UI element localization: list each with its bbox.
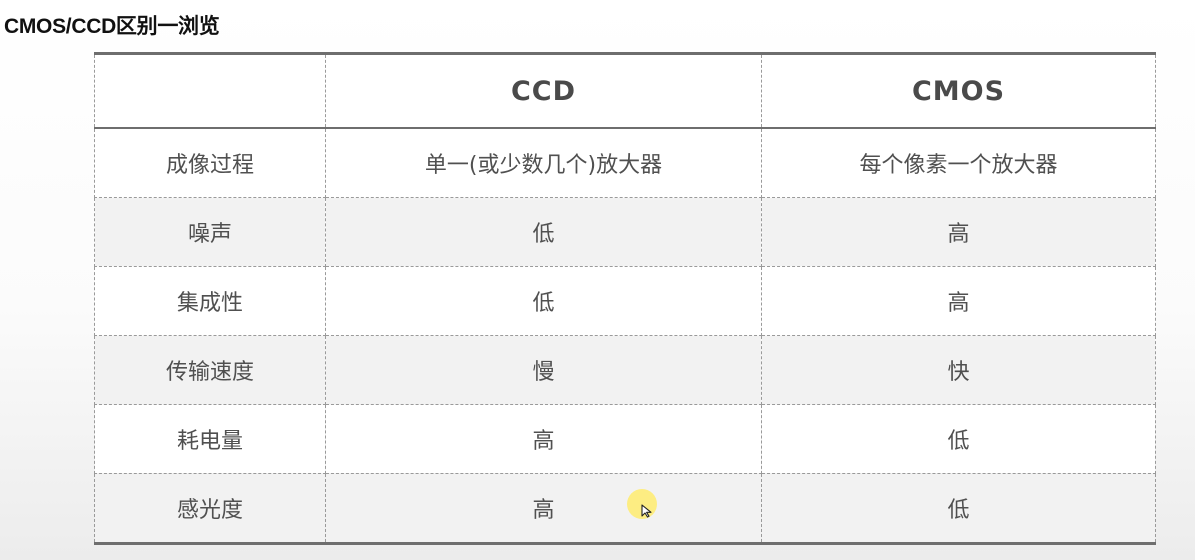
ccd-value-cell: 单一(或少数几个)放大器	[325, 128, 762, 198]
row-label-cell: 成像过程	[94, 128, 326, 198]
cmos-value-cell: 高	[761, 266, 1156, 336]
ccd-value-cell: 高	[325, 473, 762, 544]
table-row: 集成性 低 高	[94, 266, 1156, 336]
row-label-cell: 集成性	[94, 266, 326, 336]
table-row: 成像过程 单一(或少数几个)放大器 每个像素一个放大器	[94, 128, 1156, 198]
header-cell-cmos: CMOS	[761, 53, 1156, 129]
row-label-cell: 传输速度	[94, 335, 326, 405]
comparison-table: CCD CMOS 成像过程 单一(或少数几个)放大器 每个像素一个放大器 噪声 …	[94, 52, 1156, 545]
table-row: 传输速度 慢 快	[94, 335, 1156, 405]
ccd-value-cell: 慢	[325, 335, 762, 405]
cmos-value-cell: 低	[761, 473, 1156, 544]
cmos-value-cell: 高	[761, 197, 1156, 267]
table-header-row: CCD CMOS	[94, 53, 1156, 129]
header-cell-ccd: CCD	[325, 53, 762, 129]
row-label-cell: 感光度	[94, 473, 326, 544]
row-label-cell: 噪声	[94, 197, 326, 267]
table-row: 耗电量 高 低	[94, 404, 1156, 474]
table-row: 感光度 高 低	[94, 473, 1156, 544]
ccd-value-cell: 高	[325, 404, 762, 474]
cmos-value-cell: 低	[761, 404, 1156, 474]
mouse-pointer-icon	[641, 504, 652, 518]
table-row: 噪声 低 高	[94, 197, 1156, 267]
page-title: CMOS/CCD区别一浏览	[4, 15, 220, 38]
cmos-value-cell: 每个像素一个放大器	[761, 128, 1156, 198]
ccd-value-cell: 低	[325, 197, 762, 267]
cmos-value-cell: 快	[761, 335, 1156, 405]
header-cell-attribute	[94, 53, 326, 129]
row-label-cell: 耗电量	[94, 404, 326, 474]
ccd-value-cell: 低	[325, 266, 762, 336]
